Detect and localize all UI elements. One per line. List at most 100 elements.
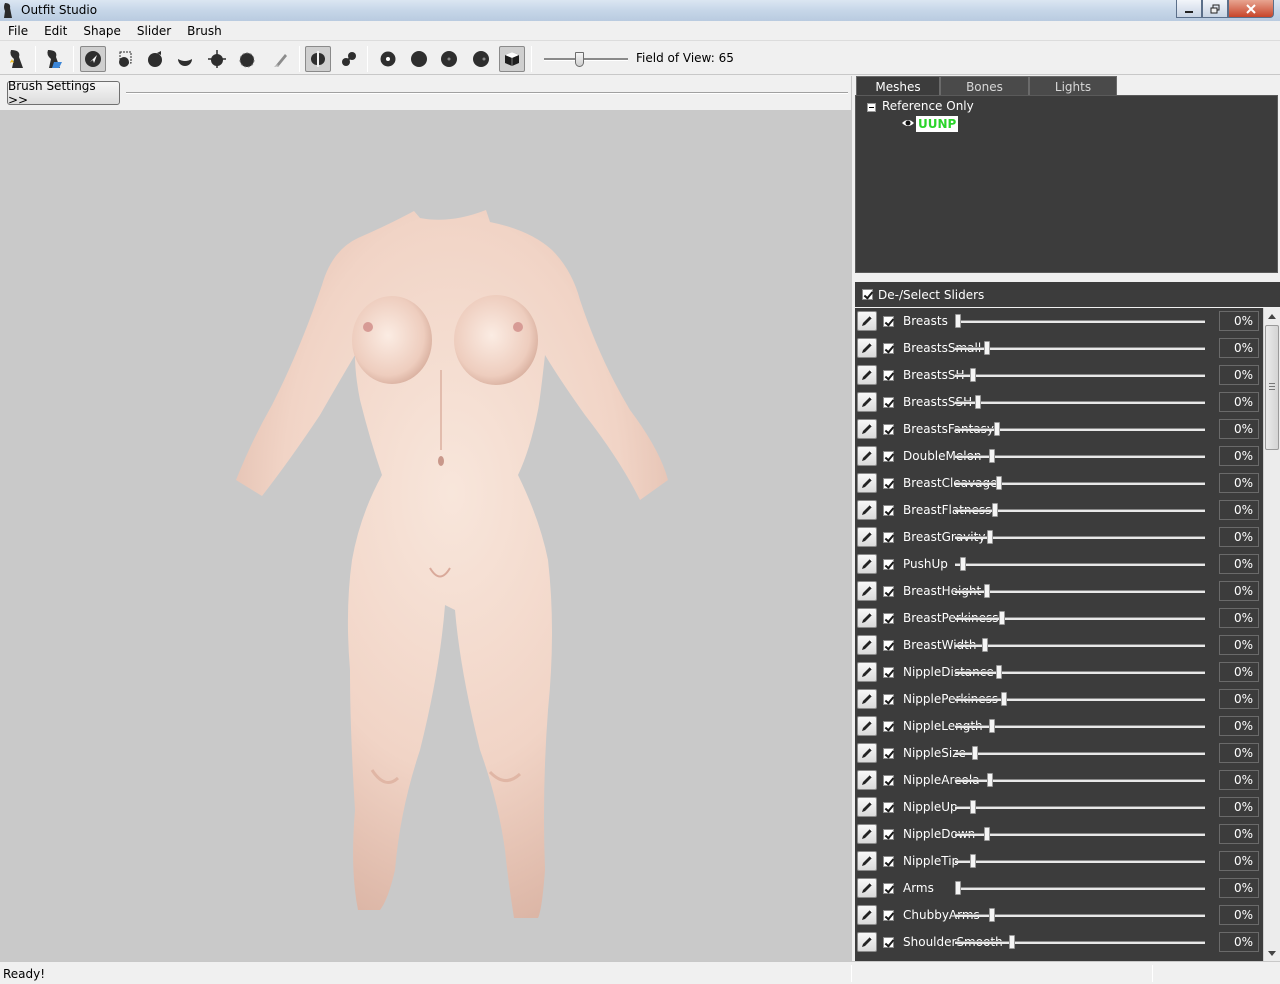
slider-value-field[interactable]: 0% bbox=[1219, 338, 1259, 358]
slider-track[interactable] bbox=[955, 644, 1205, 647]
slider-value-field[interactable]: 0% bbox=[1219, 635, 1259, 655]
slider-enable-checkbox[interactable] bbox=[883, 694, 894, 705]
edit-slider-button[interactable] bbox=[857, 392, 877, 412]
slider-enable-checkbox[interactable] bbox=[883, 397, 894, 408]
weight-paint-button[interactable] bbox=[268, 46, 294, 72]
slider-enable-checkbox[interactable] bbox=[883, 721, 894, 732]
slider-value-field[interactable]: 0% bbox=[1219, 500, 1259, 520]
edit-slider-button[interactable] bbox=[857, 851, 877, 871]
slider-enable-checkbox[interactable] bbox=[883, 478, 894, 489]
slider-enable-checkbox[interactable] bbox=[883, 586, 894, 597]
slider-enable-checkbox[interactable] bbox=[883, 613, 894, 624]
slider-track[interactable] bbox=[955, 347, 1205, 350]
tab-lights[interactable]: Lights bbox=[1029, 76, 1117, 96]
slider-track[interactable] bbox=[955, 752, 1205, 755]
slider-thumb[interactable] bbox=[955, 314, 961, 328]
slider-value-field[interactable]: 0% bbox=[1219, 365, 1259, 385]
slider-track[interactable] bbox=[955, 887, 1205, 890]
fov-slider-thumb[interactable] bbox=[574, 52, 584, 67]
slider-value-field[interactable]: 0% bbox=[1219, 662, 1259, 682]
menu-shape[interactable]: Shape bbox=[75, 21, 129, 41]
slider-value-field[interactable]: 0% bbox=[1219, 851, 1259, 871]
slider-track[interactable] bbox=[955, 617, 1205, 620]
tree-collapse-toggle[interactable] bbox=[867, 103, 876, 112]
slider-value-field[interactable]: 0% bbox=[1219, 743, 1259, 763]
slider-thumb[interactable] bbox=[969, 368, 976, 382]
edit-slider-button[interactable] bbox=[857, 527, 877, 547]
edit-slider-button[interactable] bbox=[857, 365, 877, 385]
slider-track[interactable] bbox=[955, 671, 1205, 674]
mesh-tree[interactable]: Reference Only UUNP bbox=[855, 95, 1278, 273]
x-mirror-button[interactable] bbox=[305, 46, 331, 72]
edit-slider-button[interactable] bbox=[857, 932, 877, 952]
slider-enable-checkbox[interactable] bbox=[883, 910, 894, 921]
menu-edit[interactable]: Edit bbox=[36, 21, 75, 41]
edit-slider-button[interactable] bbox=[857, 581, 877, 601]
smooth-tool-button[interactable] bbox=[234, 46, 260, 72]
edit-slider-button[interactable] bbox=[857, 311, 877, 331]
slider-value-field[interactable]: 0% bbox=[1219, 932, 1259, 952]
slider-enable-checkbox[interactable] bbox=[883, 343, 894, 354]
slider-enable-checkbox[interactable] bbox=[883, 775, 894, 786]
slider-value-field[interactable]: 0% bbox=[1219, 716, 1259, 736]
slider-value-field[interactable]: 0% bbox=[1219, 824, 1259, 844]
edit-slider-button[interactable] bbox=[857, 716, 877, 736]
connected-only-button[interactable] bbox=[336, 46, 362, 72]
mask-tool-button[interactable] bbox=[112, 46, 138, 72]
visibility-eye-icon[interactable] bbox=[901, 118, 915, 128]
maximize-button[interactable] bbox=[1202, 0, 1228, 18]
slider-thumb[interactable] bbox=[984, 584, 991, 598]
slider-value-field[interactable]: 0% bbox=[1219, 554, 1259, 574]
slider-thumb[interactable] bbox=[984, 827, 991, 841]
edit-slider-button[interactable] bbox=[857, 770, 877, 790]
slider-value-field[interactable]: 0% bbox=[1219, 446, 1259, 466]
slider-value-field[interactable]: 0% bbox=[1219, 689, 1259, 709]
brush-settings-button[interactable]: Brush Settings >> bbox=[7, 79, 120, 107]
slider-enable-checkbox[interactable] bbox=[883, 856, 894, 867]
move-tool-button[interactable] bbox=[204, 46, 230, 72]
slider-thumb[interactable] bbox=[996, 476, 1003, 490]
slider-enable-checkbox[interactable] bbox=[883, 316, 894, 327]
slider-thumb[interactable] bbox=[984, 341, 991, 355]
slider-thumb[interactable] bbox=[994, 422, 1001, 436]
brush-size-medium-button[interactable] bbox=[406, 46, 432, 72]
slider-thumb[interactable] bbox=[998, 611, 1005, 625]
slider-track[interactable] bbox=[955, 320, 1205, 323]
slider-thumb[interactable] bbox=[974, 395, 981, 409]
edit-slider-button[interactable] bbox=[857, 689, 877, 709]
slider-track[interactable] bbox=[955, 806, 1205, 809]
slider-value-field[interactable]: 0% bbox=[1219, 419, 1259, 439]
edit-slider-button[interactable] bbox=[857, 446, 877, 466]
slider-track[interactable] bbox=[955, 860, 1205, 863]
tab-meshes[interactable]: Meshes bbox=[856, 76, 940, 96]
scroll-up-button[interactable] bbox=[1264, 308, 1280, 324]
edit-slider-button[interactable] bbox=[857, 797, 877, 817]
edit-slider-button[interactable] bbox=[857, 608, 877, 628]
slider-enable-checkbox[interactable] bbox=[883, 370, 894, 381]
select-all-sliders-checkbox[interactable] bbox=[862, 289, 873, 300]
slider-enable-checkbox[interactable] bbox=[883, 829, 894, 840]
deflate-tool-button[interactable] bbox=[172, 46, 198, 72]
select-tool-button[interactable] bbox=[80, 46, 106, 72]
brush-size-small-button[interactable] bbox=[375, 46, 401, 72]
slider-value-field[interactable]: 0% bbox=[1219, 797, 1259, 817]
slider-thumb[interactable] bbox=[986, 773, 993, 787]
slider-track[interactable] bbox=[955, 482, 1205, 485]
slider-track[interactable] bbox=[955, 428, 1205, 431]
slider-track[interactable] bbox=[955, 833, 1205, 836]
slider-thumb[interactable] bbox=[1008, 935, 1015, 949]
close-button[interactable] bbox=[1228, 0, 1274, 18]
3d-viewport[interactable] bbox=[0, 110, 851, 961]
scroll-down-button[interactable] bbox=[1264, 945, 1280, 961]
slider-value-field[interactable]: 0% bbox=[1219, 311, 1259, 331]
edit-slider-button[interactable] bbox=[857, 473, 877, 493]
slider-value-field[interactable]: 0% bbox=[1219, 527, 1259, 547]
slider-track[interactable] bbox=[955, 698, 1205, 701]
slider-track[interactable] bbox=[955, 590, 1205, 593]
slider-enable-checkbox[interactable] bbox=[883, 424, 894, 435]
slider-thumb[interactable] bbox=[991, 503, 998, 517]
slider-track[interactable] bbox=[955, 401, 1205, 404]
menu-file[interactable]: File bbox=[0, 21, 36, 41]
edit-slider-button[interactable] bbox=[857, 554, 877, 574]
slider-thumb[interactable] bbox=[989, 908, 996, 922]
